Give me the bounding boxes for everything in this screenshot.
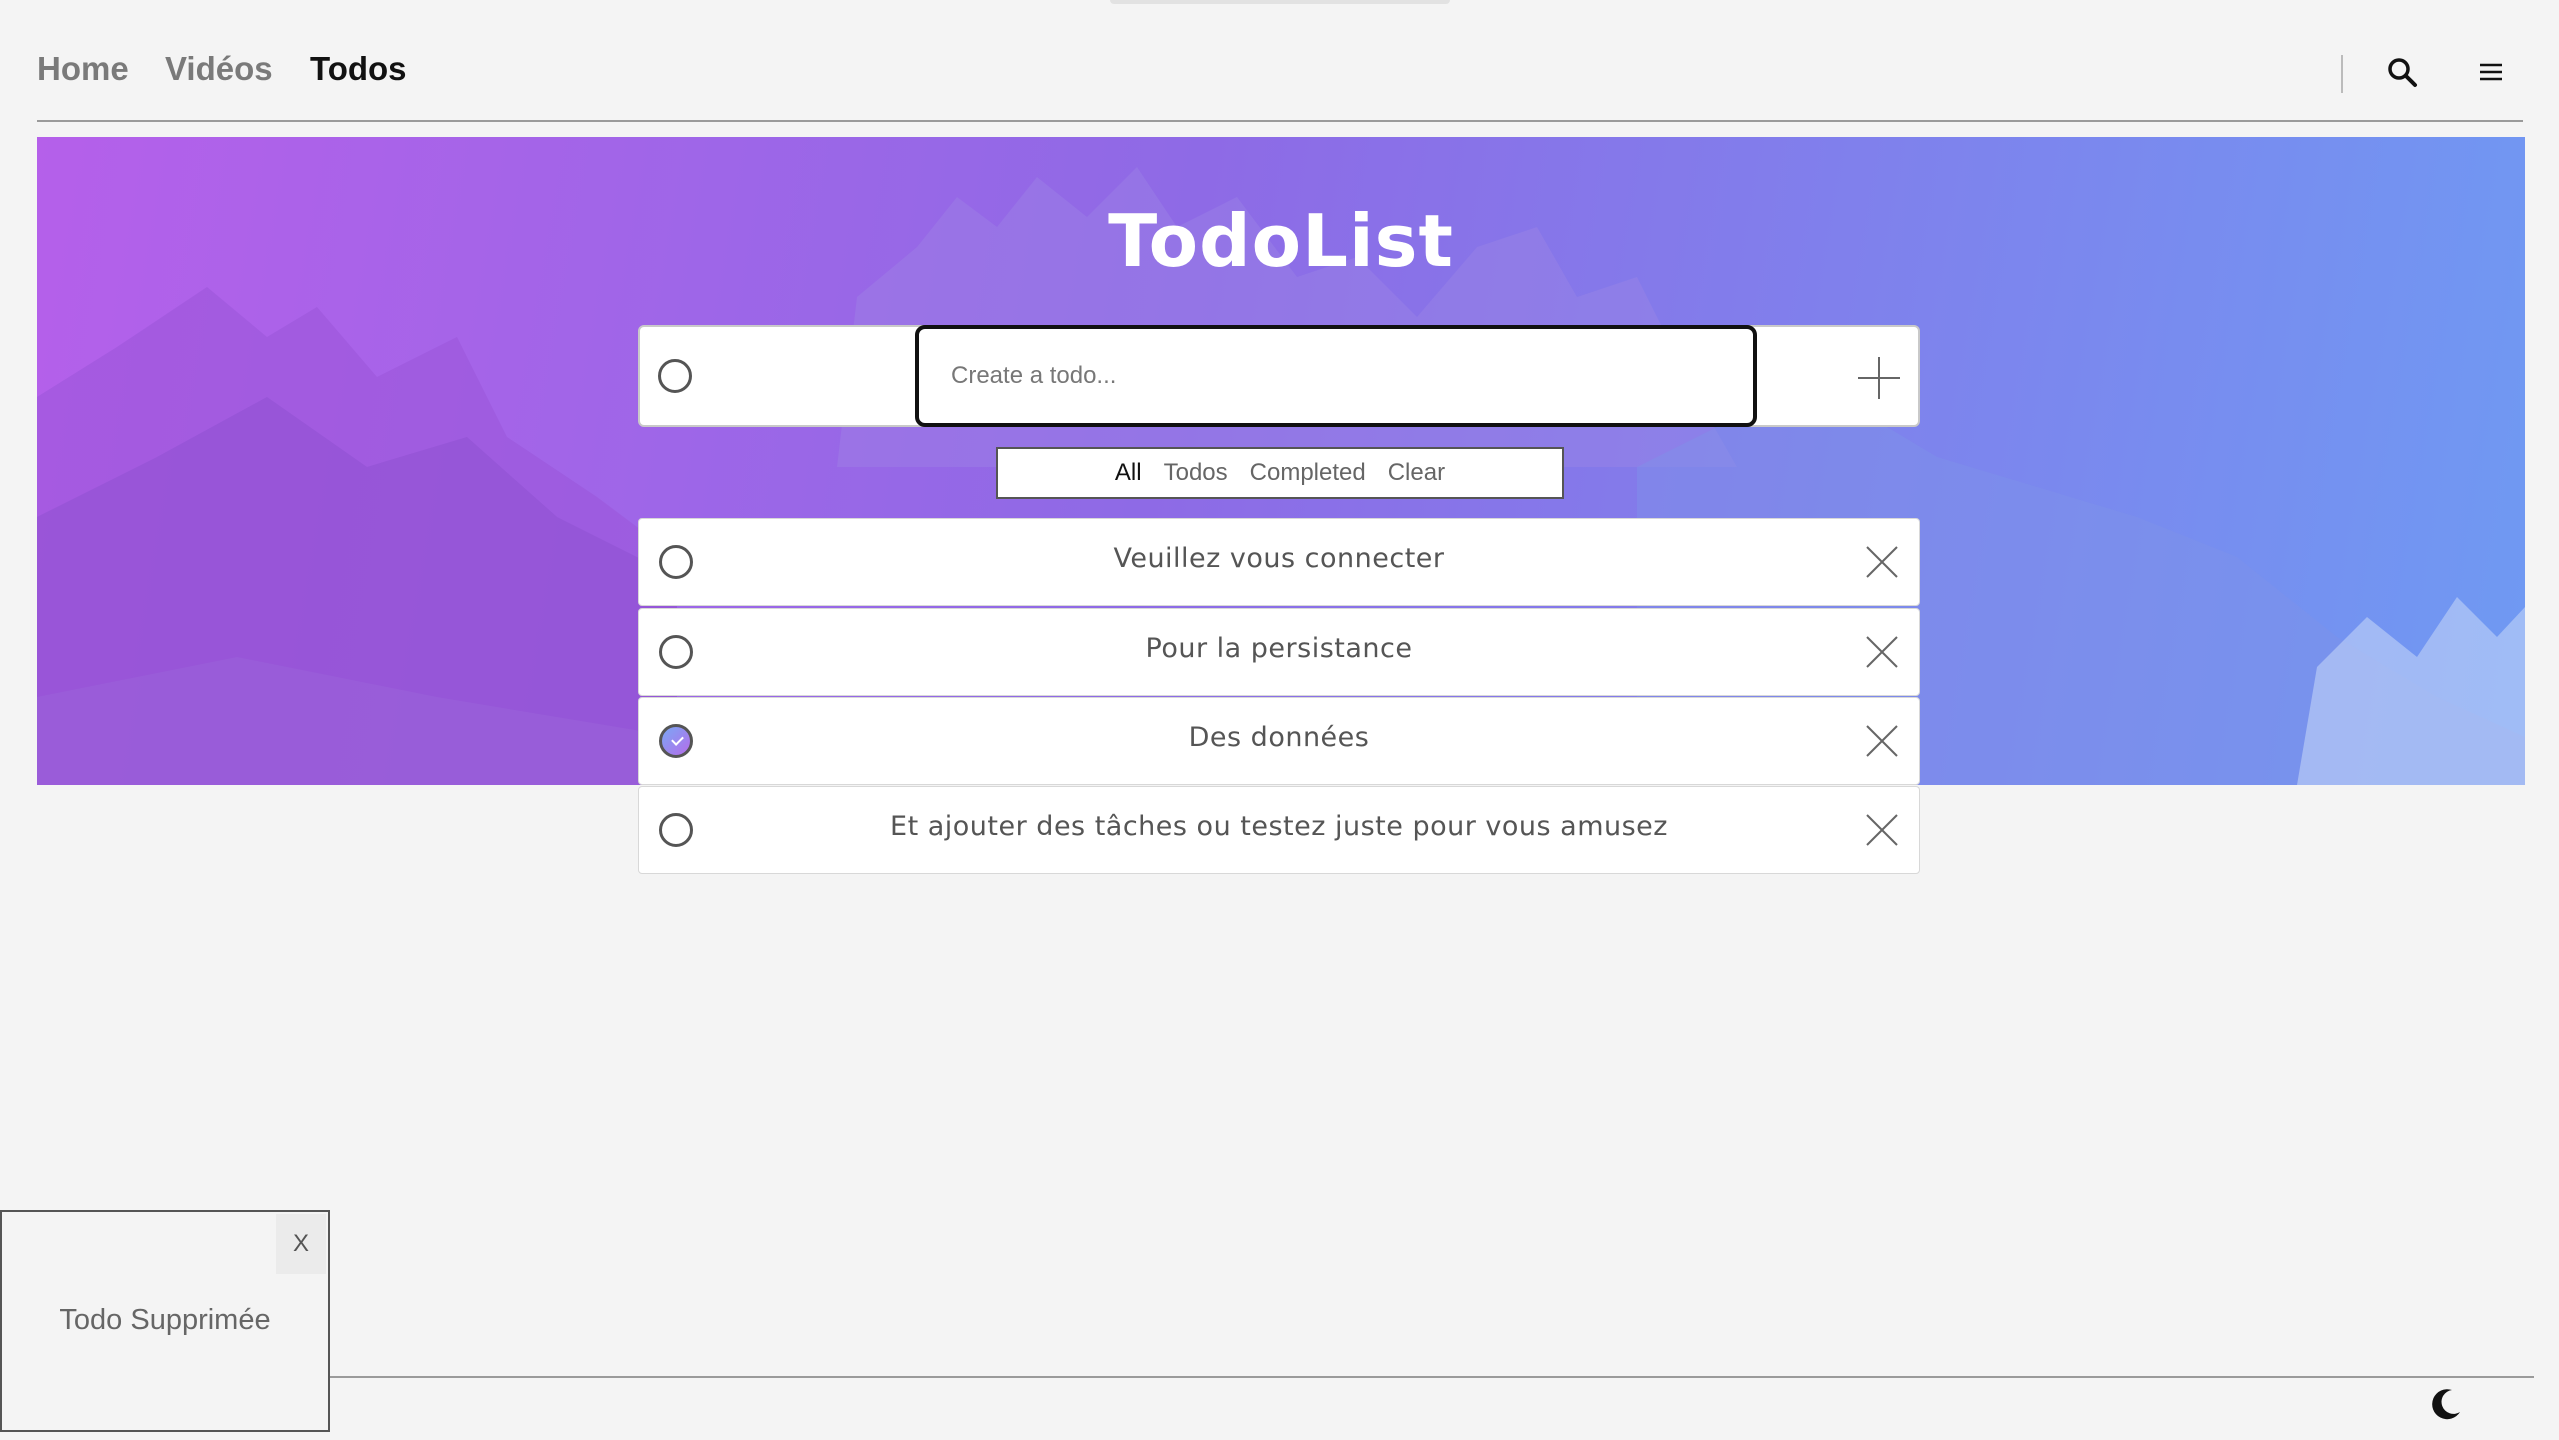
nav-link-videos[interactable]: Vidéos <box>165 50 273 88</box>
toast-notification: X Todo Supprimée <box>0 1210 330 1432</box>
filter-todos[interactable]: Todos <box>1164 459 1228 487</box>
toast-close-button[interactable]: X <box>276 1214 326 1274</box>
todo-item: Veuillez vous connecter <box>638 518 1920 606</box>
todo-text: Et ajouter des tâches ou testez juste po… <box>890 811 1668 842</box>
page: Home Vidéos Todos TodoList Create a todo… <box>0 0 2559 1440</box>
create-todo-input[interactable] <box>915 325 1757 427</box>
todo-text: Pour la persistance <box>1145 633 1413 664</box>
delete-x-icon[interactable] <box>1861 631 1903 673</box>
delete-x-icon[interactable] <box>1861 720 1903 762</box>
plus-icon[interactable] <box>1854 353 1904 403</box>
moon-icon[interactable] <box>2426 1384 2466 1424</box>
todo-item: Pour la persistance <box>638 608 1920 696</box>
todo-text: Veuillez vous connecter <box>1113 543 1445 574</box>
page-title: TodoList <box>1108 199 1454 283</box>
filter-completed[interactable]: Completed <box>1250 459 1366 487</box>
todo-text: Des données <box>1188 722 1370 753</box>
todo-item: Et ajouter des tâches ou testez juste po… <box>638 786 1920 874</box>
filter-clear[interactable]: Clear <box>1388 459 1445 487</box>
filter-all[interactable]: All <box>1115 459 1142 487</box>
nav-link-home[interactable]: Home <box>37 50 129 88</box>
search-icon[interactable] <box>2383 53 2423 93</box>
create-todo-row <box>638 325 1920 427</box>
nav-divider <box>2341 55 2343 93</box>
toggle-all-circle[interactable] <box>658 359 692 393</box>
nav-link-todos[interactable]: Todos <box>310 50 407 88</box>
todo-item: Des données <box>638 697 1920 785</box>
hamburger-menu-icon[interactable] <box>2471 53 2511 93</box>
toast-message: Todo Supprimée <box>59 1304 271 1336</box>
delete-x-icon[interactable] <box>1861 809 1903 851</box>
filter-bar: All Todos Completed Clear <box>996 447 1564 499</box>
footer-divider <box>330 1376 2534 1378</box>
top-nav: Home Vidéos Todos <box>37 0 2523 122</box>
delete-x-icon[interactable] <box>1861 541 1903 583</box>
